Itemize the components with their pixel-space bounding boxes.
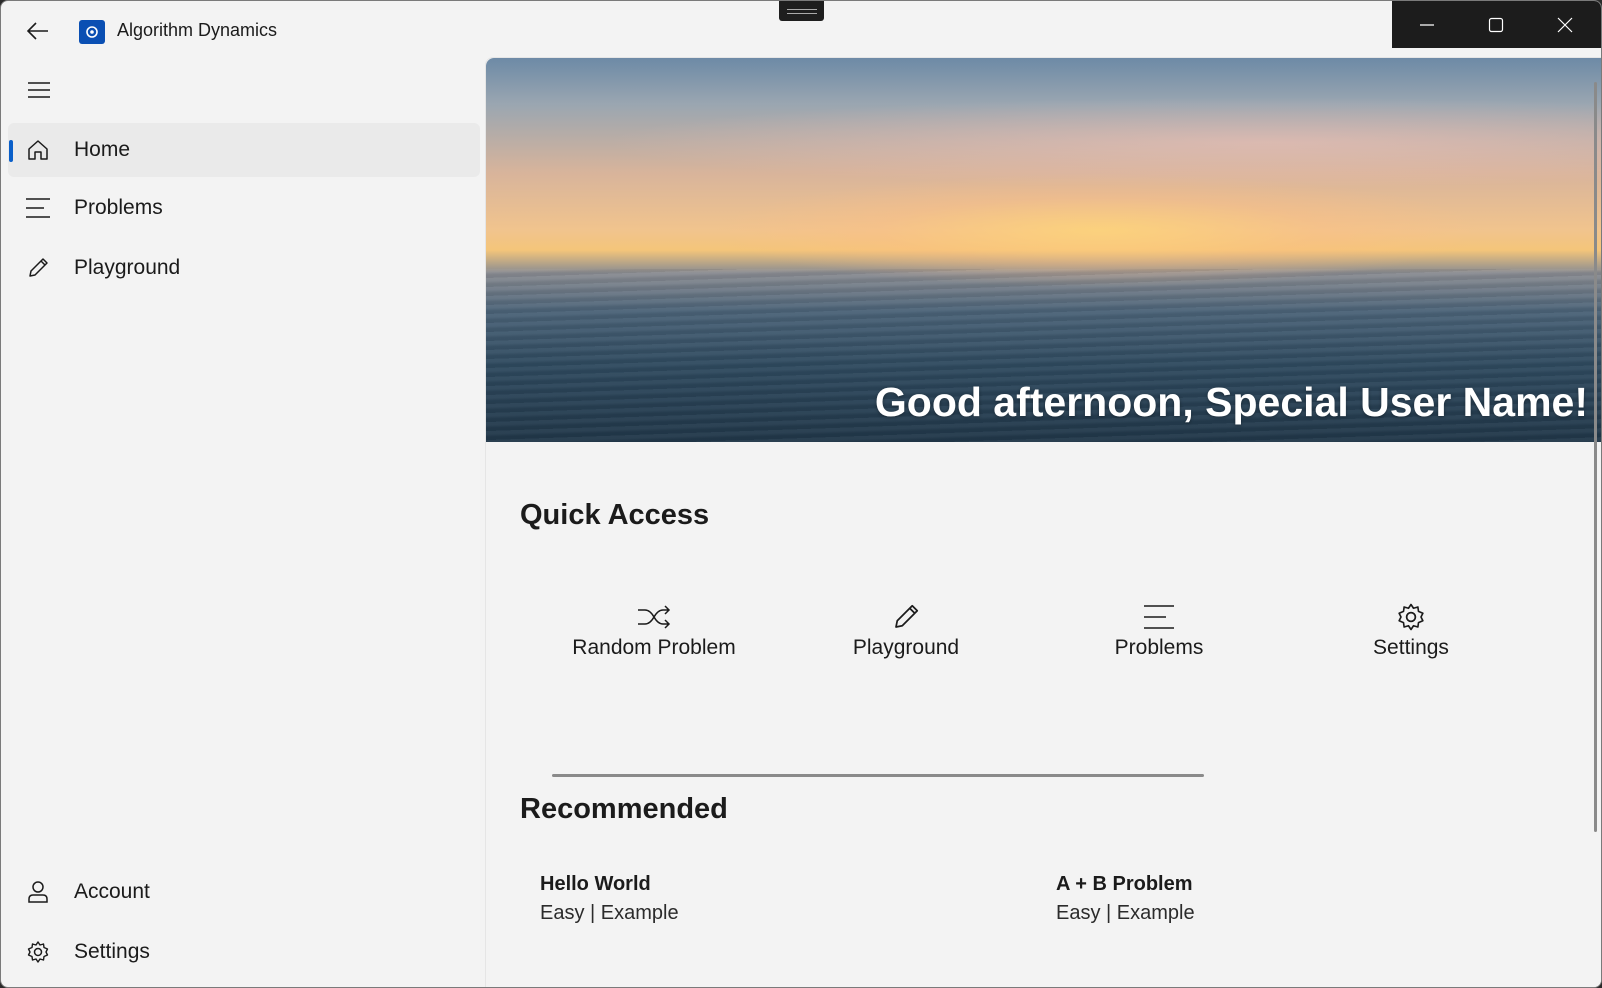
app-window: Algorithm Dynamics Home Problems Playgro… [0,0,1602,988]
window-drag-handle[interactable] [779,1,824,21]
hamburger-icon [28,82,50,98]
home-page: Good afternoon, Special User Name! Quick… [485,57,1601,987]
caption-buttons [1392,1,1601,48]
shuffle-icon [637,600,671,634]
nav-item-settings[interactable]: Settings [8,925,480,979]
greeting-text: Good afternoon, Special User Name! [874,379,1588,425]
nav-item-problems[interactable]: Problems [8,181,480,235]
nav-item-account[interactable]: Account [8,865,480,919]
horizontal-scrollbar[interactable] [552,774,1204,777]
nav-item-label: Settings [74,940,150,963]
problem-title: A + B Problem [1056,873,1193,895]
nav-item-playground[interactable]: Playground [8,241,480,295]
pencil-icon [889,600,923,634]
nav-item-label: Home [74,138,131,161]
quick-access-label: Problems [1114,636,1204,659]
close-button[interactable] [1530,1,1599,48]
nav-item-label: Problems [74,196,163,219]
quick-access-label: Random Problem [572,636,736,659]
menu-toggle-button[interactable] [18,72,60,108]
problem-meta: Easy | Example [540,902,679,924]
quick-access-problems[interactable]: Problems [1044,598,1274,678]
quick-access-heading: Quick Access [520,499,710,531]
list-icon [1142,600,1176,634]
app-logo-icon [79,20,105,44]
quick-access-label: Settings [1373,636,1449,659]
hero-banner: Good afternoon, Special User Name! [486,58,1601,442]
quick-access-label: Playground [852,636,960,659]
back-button[interactable] [18,13,58,49]
navigation-pane: Home Problems Playground Account Setting [1,57,485,987]
list-icon [25,195,51,221]
nav-item-label: Playground [74,256,181,279]
quick-access-random-problem[interactable]: Random Problem [539,598,769,678]
person-icon [25,879,51,905]
selection-indicator [9,140,13,162]
nav-item-home[interactable]: Home [8,123,480,177]
minimize-button[interactable] [1392,1,1461,48]
quick-access-settings[interactable]: Settings [1296,598,1526,678]
quick-access-playground[interactable]: Playground [791,598,1021,678]
app-title: Algorithm Dynamics [117,20,278,40]
maximize-button[interactable] [1461,1,1530,48]
recommended-heading: Recommended [520,793,728,825]
minimize-icon [1419,23,1434,26]
problem-meta: Easy | Example [1056,902,1195,924]
back-arrow-icon [27,22,48,40]
gear-icon [1394,600,1428,634]
close-icon [1557,17,1572,32]
maximize-icon [1488,17,1503,32]
pencil-icon [25,255,51,281]
title-bar: Algorithm Dynamics [1,1,1601,57]
gear-icon [25,939,51,965]
recommended-problem-card[interactable]: Hello World Easy | Example [540,873,900,925]
nav-item-label: Account [74,880,150,903]
problem-title: Hello World [540,873,651,895]
vertical-scrollbar[interactable] [1594,82,1597,832]
home-icon [25,137,51,163]
recommended-problem-card[interactable]: A + B Problem Easy | Example [1056,873,1416,925]
